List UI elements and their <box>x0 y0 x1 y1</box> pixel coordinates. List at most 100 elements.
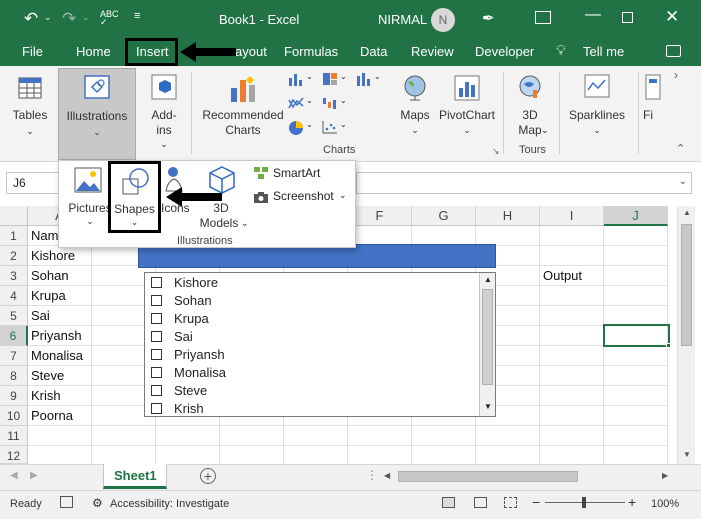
scatter-chart-dropdown-icon[interactable]: ⌄ <box>340 120 347 129</box>
cell-a2[interactable]: Kishore <box>31 246 75 266</box>
pen-icon[interactable]: ✒ <box>482 9 495 27</box>
listbox-scroll-thumb[interactable] <box>482 289 493 385</box>
formula-input[interactable]: ⌄ <box>356 172 692 194</box>
tab-data[interactable]: Data <box>360 44 387 59</box>
column-header-g[interactable]: G <box>412 206 476 226</box>
pie-chart-icon[interactable] <box>288 120 304 136</box>
vertical-scroll-thumb[interactable] <box>681 224 692 346</box>
row-header-4[interactable]: 4 <box>0 286 28 306</box>
zoom-in-icon[interactable]: + <box>628 494 636 510</box>
screenshot-button[interactable]: Screenshot ⌄ <box>253 188 353 206</box>
cell-a3[interactable]: Sohan <box>31 266 69 286</box>
3d-map-button[interactable]: 3D Map ⌄ <box>510 70 550 146</box>
close-icon[interactable]: ✕ <box>665 7 679 27</box>
add-ins-button[interactable]: Add- ins ⌄ <box>143 70 185 150</box>
cell-a10[interactable]: Poorna <box>31 406 73 426</box>
charts-dialog-launcher-icon[interactable]: ↘ <box>492 146 500 157</box>
horizontal-scroll-thumb[interactable] <box>398 471 578 482</box>
waterfall-chart-icon[interactable] <box>322 96 338 110</box>
zoom-slider[interactable] <box>545 497 625 508</box>
checkbox[interactable] <box>151 331 162 342</box>
listbox-scroll-up-icon[interactable]: ▲ <box>484 275 492 284</box>
sheet-tab-sheet1[interactable]: Sheet1 <box>103 464 167 489</box>
line-chart-dropdown-icon[interactable]: ⌄ <box>306 96 313 105</box>
recommended-charts-button[interactable]: Recommended Charts <box>198 70 288 146</box>
statistic-chart-icon[interactable] <box>356 72 372 86</box>
cell-a5[interactable]: Sai <box>31 306 50 326</box>
hierarchy-chart-dropdown-icon[interactable]: ⌄ <box>340 72 347 81</box>
list-item[interactable]: Monalisa <box>151 364 226 382</box>
column-header-h[interactable]: H <box>476 206 540 226</box>
page-break-preview-icon[interactable] <box>504 497 517 508</box>
list-item[interactable]: Steve <box>151 382 207 400</box>
sheet-tab-splitter-icon[interactable]: ⋮ <box>366 468 378 482</box>
pie-chart-dropdown-icon[interactable]: ⌄ <box>306 120 313 129</box>
tell-me-search[interactable]: Tell me <box>583 44 624 59</box>
redo-icon[interactable]: ↷ <box>62 9 76 29</box>
next-sheet-icon[interactable]: ▶ <box>30 470 38 481</box>
maps-button[interactable]: Maps ⌄ <box>396 70 434 146</box>
row-header-10[interactable]: 10 <box>0 406 28 426</box>
tab-insert[interactable]: Insert <box>125 38 178 66</box>
pivotchart-button[interactable]: PivotChart ⌄ <box>436 70 498 146</box>
pictures-button[interactable]: Pictures ⌄ <box>65 163 112 229</box>
row-header-8[interactable]: 8 <box>0 366 28 386</box>
smartart-button[interactable]: SmartArt <box>253 165 343 183</box>
checkbox[interactable] <box>151 277 162 288</box>
zoom-slider-thumb[interactable] <box>582 497 586 508</box>
page-layout-view-icon[interactable] <box>474 497 487 508</box>
active-cell-j6[interactable] <box>603 324 670 347</box>
row-header-12[interactable]: 12 <box>0 446 28 464</box>
accessibility-status[interactable]: Accessibility: Investigate <box>110 498 229 510</box>
cell-a4[interactable]: Krupa <box>31 286 66 306</box>
scroll-left-icon[interactable]: ◀ <box>384 471 390 480</box>
checkbox[interactable] <box>151 403 162 414</box>
scroll-right-icon[interactable]: ▶ <box>662 471 668 480</box>
row-header-3[interactable]: 3 <box>0 266 28 286</box>
zoom-level[interactable]: 100% <box>651 498 679 510</box>
list-item[interactable]: Priyansh <box>151 346 225 364</box>
fill-handle[interactable] <box>666 343 671 348</box>
row-header-7[interactable]: 7 <box>0 346 28 366</box>
tab-developer[interactable]: Developer <box>475 44 534 59</box>
shapes-button[interactable]: Shapes ⌄ <box>108 161 161 233</box>
avatar[interactable]: N <box>431 8 455 32</box>
maximize-icon[interactable] <box>622 12 633 23</box>
tab-file[interactable]: File <box>22 44 43 59</box>
tab-formulas[interactable]: Formulas <box>284 44 338 59</box>
checkbox[interactable] <box>151 295 162 306</box>
redo-dropdown-icon[interactable]: ⌄ <box>82 12 90 23</box>
row-header-6[interactable]: 6 <box>0 326 28 346</box>
expand-formula-bar-icon[interactable]: ⌄ <box>679 176 687 187</box>
new-sheet-icon[interactable]: + <box>200 468 216 484</box>
tab-page-layout[interactable]: ayout <box>235 44 267 59</box>
row-header-5[interactable]: 5 <box>0 306 28 326</box>
minimize-icon[interactable]: — <box>585 6 601 24</box>
list-item[interactable]: Sohan <box>151 292 212 310</box>
tables-button[interactable]: Tables ⌄ <box>8 70 52 150</box>
cell-a7[interactable]: Monalisa <box>31 346 83 366</box>
tab-home[interactable]: Home <box>76 44 111 59</box>
list-item[interactable]: Krupa <box>151 310 209 328</box>
cell-i3-output[interactable]: Output <box>543 266 582 286</box>
row-header-9[interactable]: 9 <box>0 386 28 406</box>
checkbox[interactable] <box>151 385 162 396</box>
undo-dropdown-icon[interactable]: ⌄ <box>44 12 52 23</box>
sparklines-button[interactable]: Sparklines ⌄ <box>566 70 628 146</box>
row-header-2[interactable]: 2 <box>0 246 28 266</box>
column-header-f[interactable]: F <box>348 206 412 226</box>
cell-a8[interactable]: Steve <box>31 366 64 386</box>
undo-icon[interactable]: ↶ <box>24 9 38 29</box>
waterfall-chart-dropdown-icon[interactable]: ⌄ <box>340 96 347 105</box>
row-header-11[interactable]: 11 <box>0 426 28 446</box>
column-chart-dropdown-icon[interactable]: ⌄ <box>306 72 313 81</box>
list-item[interactable]: Sai <box>151 328 193 346</box>
line-chart-icon[interactable] <box>288 96 304 110</box>
filters-button[interactable]: Fi <box>643 70 665 146</box>
cell-a1[interactable]: Nam <box>31 226 58 246</box>
illustrations-button[interactable]: Illustrations ⌄ <box>58 68 136 160</box>
checkbox[interactable] <box>151 367 162 378</box>
column-header-i[interactable]: I <box>540 206 604 226</box>
scatter-chart-icon[interactable] <box>322 120 338 134</box>
ribbon-scroll[interactable]: › ⌃ <box>666 66 701 161</box>
